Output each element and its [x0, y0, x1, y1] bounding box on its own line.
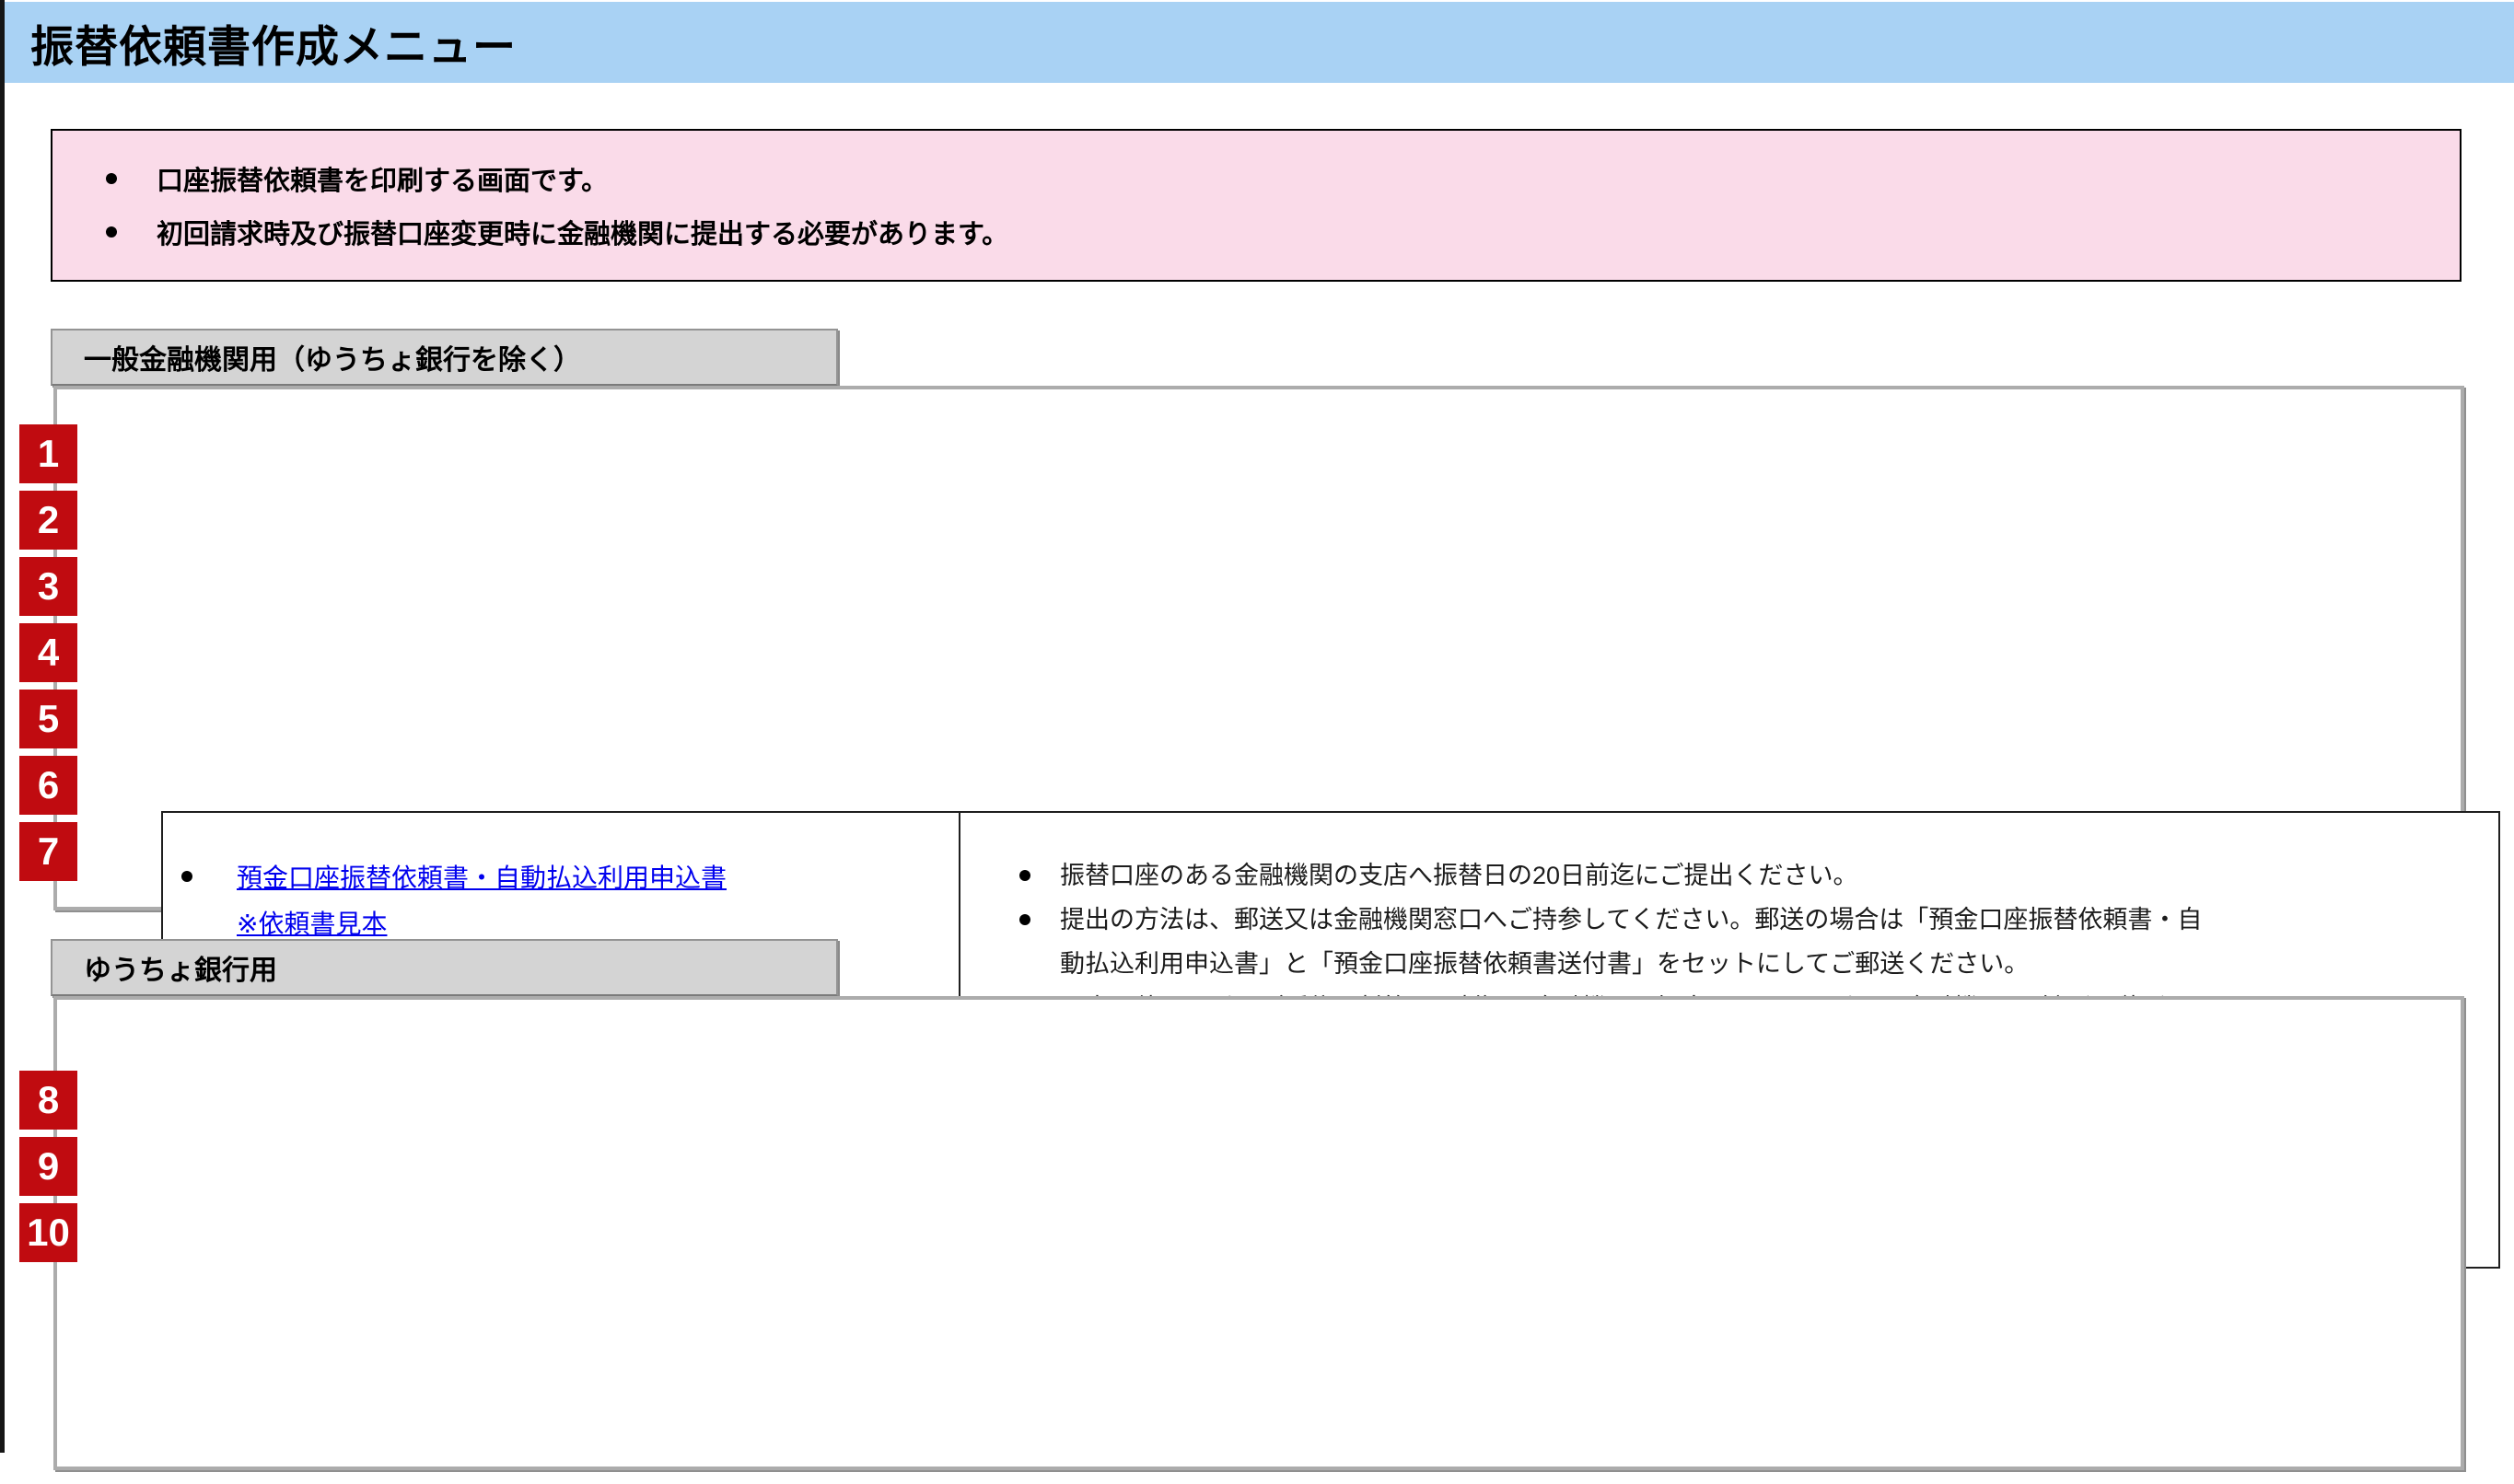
notice-text: 初回請求時及び振替口座変更時に金融機関に提出する必要があります。 — [157, 213, 1008, 251]
notice-item: 口座振替依頼書を印刷する画面です。 — [106, 152, 2460, 205]
link-request-form-sample[interactable]: ※依頼書見本 — [237, 904, 387, 941]
notice-text: 口座振替依頼書を印刷する画面です。 — [157, 159, 608, 198]
step-badge: 6 — [19, 756, 77, 815]
step-badge: 7 — [19, 822, 77, 881]
bullet-icon — [181, 871, 192, 882]
section-heading-general: 一般金融機関用（ゆうちょ銀行を除く） — [51, 329, 838, 386]
step-badge: 10 — [19, 1203, 77, 1262]
step-badge: 3 — [19, 557, 77, 616]
step-badge: 8 — [19, 1071, 77, 1130]
bullet-icon — [106, 173, 117, 184]
section-yucho-container: 預金口座振替依頼書・自動払込利用申込書 ※依頼書見本 ゆうちょ用・自動払込利用申… — [53, 996, 2464, 1470]
step-badge: 4 — [19, 623, 77, 682]
step-badge: 2 — [19, 491, 77, 550]
bullet-icon — [106, 226, 117, 238]
step-badge: 9 — [19, 1137, 77, 1196]
note-item: 振替口座のある金融機関の支店へ振替日の20日前迄にご提出ください。 — [1019, 853, 2498, 898]
section-heading-label: ゆうちょ銀行用 — [84, 947, 277, 988]
link-account-transfer-request-form[interactable]: 預金口座振替依頼書・自動払込利用申込書 — [237, 858, 727, 895]
note-text: 提出の方法は、郵送又は金融機関窓口へご持参してください。郵送の場合は「預金口座振… — [1060, 898, 2220, 986]
note-text: 振替口座のある金融機関の支店へ振替日の20日前迄にご提出ください。 — [1060, 853, 1858, 898]
bullet-icon — [1019, 914, 1030, 925]
note-item: 提出の方法は、郵送又は金融機関窓口へご持参してください。郵送の場合は「預金口座振… — [1019, 898, 2498, 986]
page-title: 振替依頼書作成メニュー — [30, 11, 517, 75]
page-left-border — [0, 0, 5, 1453]
step-badge: 1 — [19, 424, 77, 483]
notice-item: 初回請求時及び振替口座変更時に金融機関に提出する必要があります。 — [106, 205, 2460, 259]
step-badge: 5 — [19, 690, 77, 748]
section-general-container: 預金口座振替依頼書・自動払込利用申込書 ※依頼書見本 預金口座振替依頼書送付書 … — [53, 386, 2464, 910]
list-item: 預金口座振替依頼書・自動払込利用申込書 — [181, 853, 959, 899]
section-heading-label: 一般金融機関用（ゆうちょ銀行を除く） — [84, 337, 581, 377]
app-header: 振替依頼書作成メニュー — [5, 2, 2514, 83]
page: 振替依頼書作成メニュー 口座振替依頼書を印刷する画面です。 初回請求時及び振替口… — [0, 0, 2514, 1484]
notice-box: 口座振替依頼書を印刷する画面です。 初回請求時及び振替口座変更時に金融機関に提出… — [51, 129, 2462, 282]
section-heading-yucho: ゆうちょ銀行用 — [51, 939, 838, 996]
bullet-icon — [1019, 870, 1030, 881]
